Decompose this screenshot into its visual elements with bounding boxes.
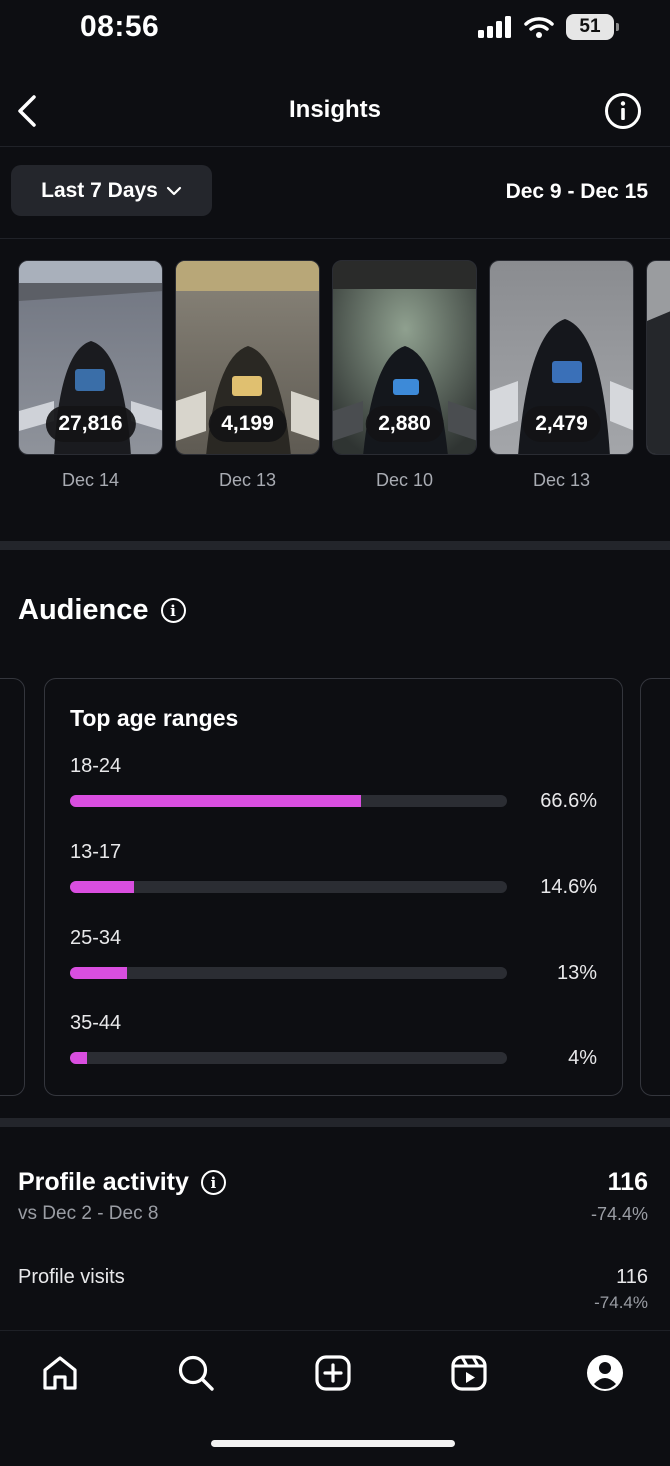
chevron-down-icon [166, 186, 181, 195]
audience-card-previous[interactable] [0, 678, 25, 1096]
profile-activity-comparison: vs Dec 2 - Dec 8 [18, 1203, 159, 1224]
age-range-bar-fill [70, 795, 362, 807]
home-indicator[interactable] [211, 1440, 455, 1447]
profile-activity-title: Profile activity [18, 1168, 189, 1196]
thumbnail-image [647, 261, 670, 454]
profile-visits-value: 116 [616, 1266, 648, 1288]
nav-home-button[interactable] [36, 1349, 84, 1397]
age-range-label: 13-17 [70, 841, 122, 863]
thumbnail-view-count: 2,479 [522, 406, 601, 442]
age-range-percent: 4% [568, 1047, 597, 1069]
content-thumbnail-partial[interactable] [646, 260, 670, 455]
age-range-bar-fill [70, 967, 127, 979]
nav-reels-button[interactable] [445, 1349, 493, 1397]
info-icon [605, 93, 641, 129]
profile-activity-change: -74.4% [590, 1204, 648, 1224]
thumbnail-date: Dec 13 [532, 470, 591, 490]
header-divider [0, 146, 670, 147]
age-range-bar [70, 967, 507, 979]
thumbnail-date: Dec 10 [375, 470, 434, 490]
nav-create-button[interactable] [309, 1349, 357, 1397]
reels-icon [451, 1355, 487, 1391]
content-thumbnail[interactable]: 2,880 [332, 260, 477, 455]
age-range-bar-fill [70, 1052, 88, 1064]
status-icons: 51 [478, 14, 619, 40]
audience-card-next[interactable] [640, 678, 670, 1096]
content-thumbnail[interactable]: 27,816 [18, 260, 163, 455]
age-range-bar [70, 1052, 507, 1064]
section-separator [0, 1118, 670, 1127]
section-separator [0, 541, 670, 550]
info-icon[interactable]: i [200, 1170, 226, 1195]
profile-activity-total: 116 [607, 1168, 648, 1196]
home-icon [43, 1356, 77, 1390]
profile-visits-change: -74.4% [594, 1293, 648, 1312]
age-range-label: 25-34 [70, 927, 122, 949]
thumbnail-date: Dec 14 [61, 470, 120, 490]
age-range-percent: 66.6% [540, 790, 597, 812]
search-icon [178, 1355, 214, 1391]
range-divider [0, 238, 670, 239]
date-range-selector[interactable]: Last 7 Days [11, 165, 212, 216]
nav-search-button[interactable] [172, 1349, 220, 1397]
thumbnail-view-count: 27,816 [45, 406, 136, 442]
date-range-text: Dec 9 - Dec 15 [505, 180, 648, 203]
thumbnail-view-count: 4,199 [208, 406, 287, 442]
profile-icon [587, 1355, 623, 1391]
age-ranges-title: Top age ranges [70, 705, 239, 731]
age-range-label: 18-24 [70, 755, 122, 777]
battery-indicator: 51 [566, 14, 619, 40]
thumbnail-view-count: 2,880 [365, 406, 444, 442]
info-button[interactable] [604, 92, 642, 130]
age-range-percent: 13% [556, 962, 597, 984]
age-range-label: 35-44 [70, 1012, 122, 1034]
profile-visits-label[interactable]: Profile visits [18, 1266, 125, 1289]
age-range-percent: 14.6% [540, 876, 597, 898]
status-time: 08:56 [80, 10, 160, 43]
content-thumbnail[interactable]: 2,479 [489, 260, 634, 455]
thumbnail-date: Dec 13 [218, 470, 277, 490]
create-icon [315, 1355, 351, 1391]
signal-icon [478, 16, 511, 38]
age-range-bar [70, 795, 507, 807]
wifi-icon [524, 17, 554, 38]
info-icon[interactable]: i [160, 598, 186, 623]
audience-heading: Audience i [18, 594, 186, 627]
age-range-bar [70, 881, 507, 893]
content-thumbnail[interactable]: 4,199 [175, 260, 320, 455]
page-title: Insights [288, 96, 381, 123]
audience-title: Audience [18, 594, 149, 626]
profile-activity-heading: Profile activity i [18, 1168, 226, 1197]
nav-profile-button[interactable] [581, 1349, 629, 1397]
age-range-bar-fill [70, 881, 134, 893]
date-range-selector-label: Last 7 Days [41, 178, 158, 202]
